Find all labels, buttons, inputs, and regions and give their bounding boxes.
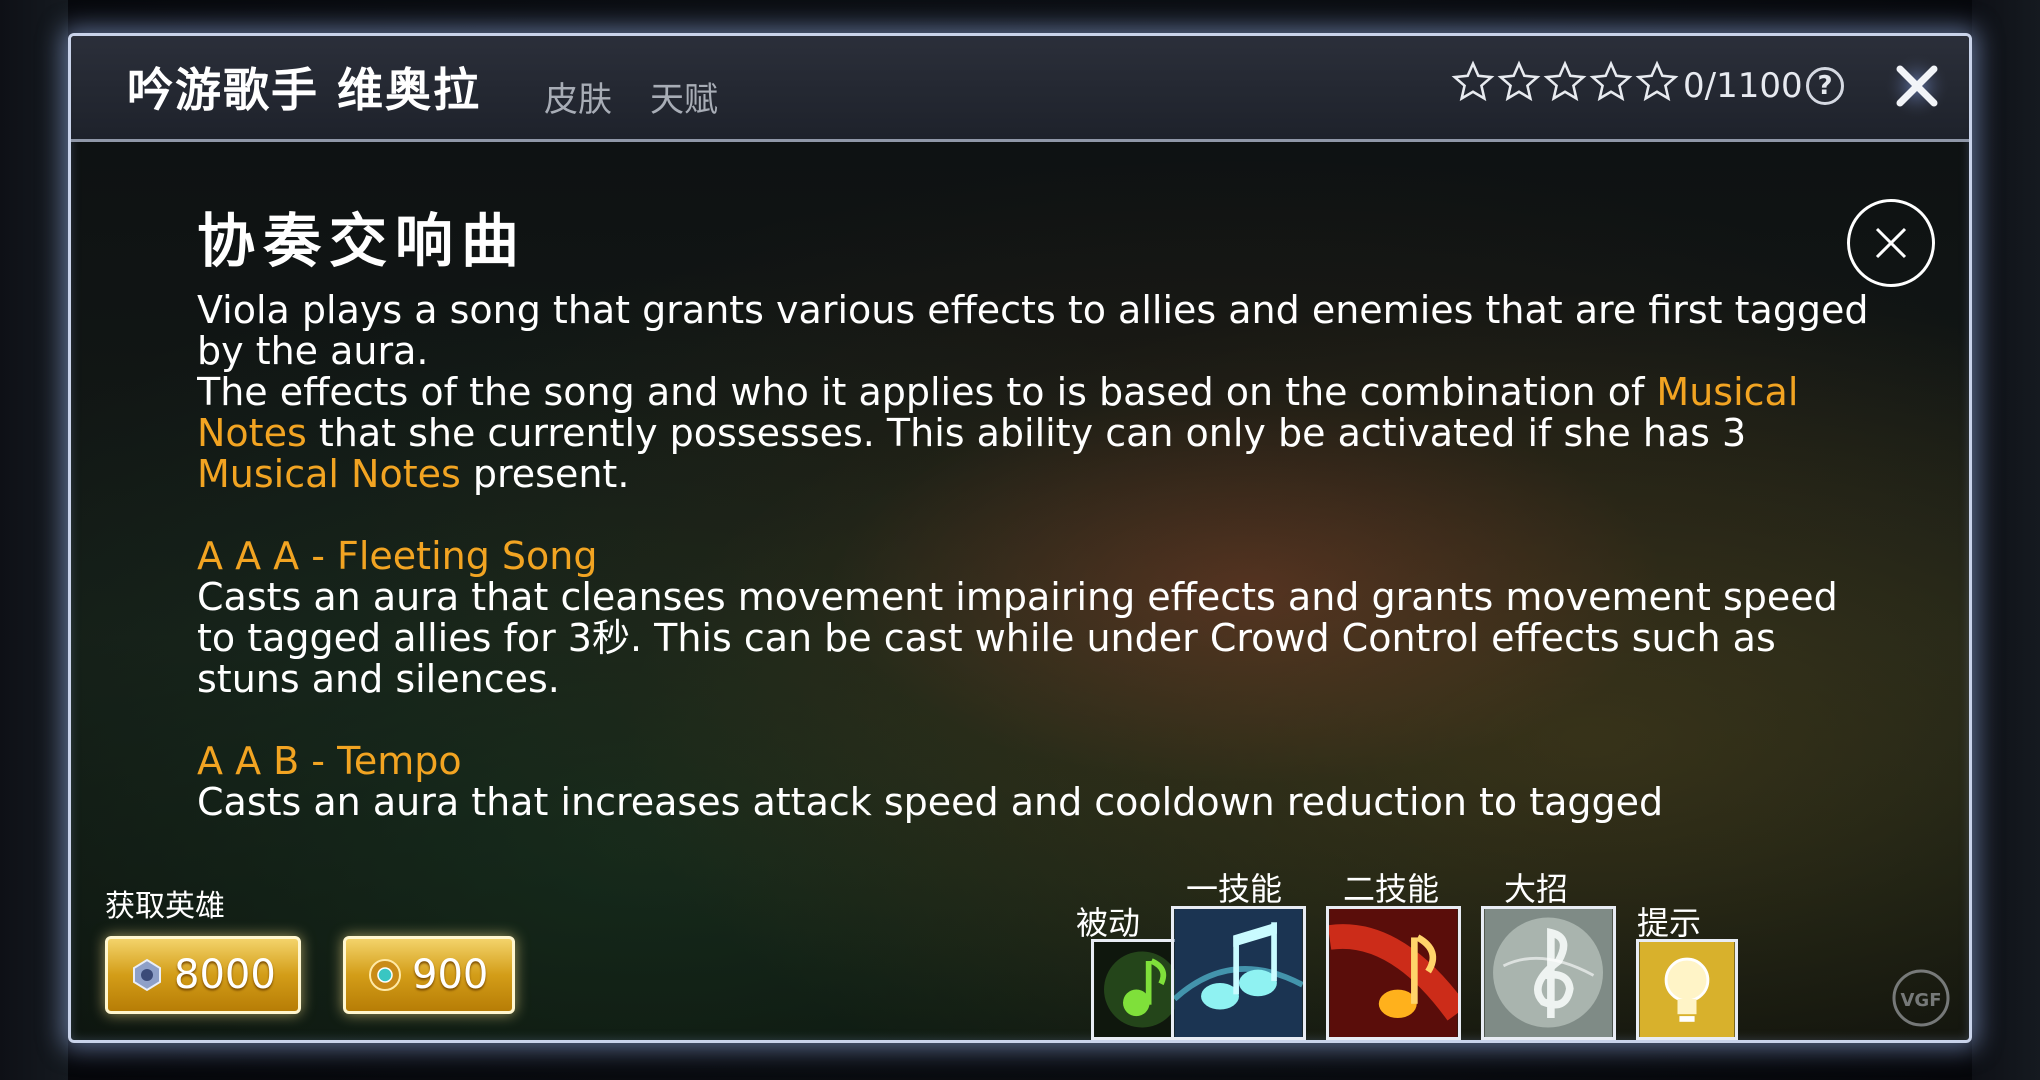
section-text: Casts an aura that increases attack spee… xyxy=(197,780,1664,824)
skill-1-button[interactable] xyxy=(1171,906,1306,1040)
tab-skin[interactable]: 皮肤 xyxy=(544,72,612,121)
description-text: that she currently possesses. This abili… xyxy=(306,411,1747,455)
empty-star-icon xyxy=(1451,60,1495,102)
silver-treble-clef-icon xyxy=(1484,909,1613,1037)
teal-double-note-icon xyxy=(1174,909,1303,1037)
skill-label-ultimate: 大招 xyxy=(1504,870,1569,908)
lightbulb-icon xyxy=(1639,942,1735,1037)
empty-star-icon xyxy=(1543,60,1587,102)
hero-detail-panel: 吟游歌手 维奥拉 皮肤 天赋 0/1100 ? 协奏交响曲 Viola play… xyxy=(68,33,1972,1043)
close-icon[interactable] xyxy=(1884,53,1950,119)
buy-with-ice-button[interactable]: 900 xyxy=(343,936,515,1014)
skill-label-skill-1: 一技能 xyxy=(1186,870,1283,908)
empty-star-icon xyxy=(1497,60,1541,102)
skill-2-button[interactable] xyxy=(1326,906,1461,1040)
close-icon xyxy=(1875,227,1907,259)
game-screen: 吟游歌手 维奥拉 皮肤 天赋 0/1100 ? 协奏交响曲 Viola play… xyxy=(0,0,2040,1080)
section-text: Casts an aura that cleanses movement imp… xyxy=(197,575,1838,701)
buy-with-glory-button[interactable]: 8000 xyxy=(105,936,301,1014)
glory-price: 8000 xyxy=(174,952,276,998)
musical-notes-keyword: Musical Notes xyxy=(197,452,461,496)
ice-price: 900 xyxy=(412,952,489,998)
skill-label-tips: 提示 xyxy=(1637,904,1702,942)
ultimate-skill-button[interactable] xyxy=(1481,906,1616,1040)
close-description-button[interactable] xyxy=(1847,199,1935,287)
tips-button[interactable] xyxy=(1636,939,1738,1040)
glory-coin-icon xyxy=(133,958,161,992)
description-paragraph: Viola plays a song that grants various e… xyxy=(197,290,1869,373)
ability-title: 协奏交响曲 xyxy=(197,207,528,275)
hero-name: 吟游歌手 维奥拉 xyxy=(127,63,482,117)
empty-star-icon xyxy=(1589,60,1633,102)
ability-description: Viola plays a song that grants various e… xyxy=(197,290,1877,856)
mastery-progress: 0/1100 xyxy=(1683,66,1803,106)
ice-coin-icon xyxy=(369,959,401,991)
description-text: present. xyxy=(460,452,630,496)
acquire-hero-label: 获取英雄 xyxy=(105,889,225,924)
panel-header: 吟游歌手 维奥拉 皮肤 天赋 0/1100 ? xyxy=(71,36,1969,142)
section-title: A A A - Fleeting Song xyxy=(197,534,598,578)
description-text: The effects of the song and who it appli… xyxy=(197,370,1657,414)
empty-star-icon xyxy=(1635,60,1679,102)
mastery-stars xyxy=(1451,60,1679,104)
help-button[interactable]: ? xyxy=(1806,67,1844,105)
right-background xyxy=(1972,0,2040,1080)
red-music-note-icon xyxy=(1329,909,1458,1037)
section-title: A A B - Tempo xyxy=(197,739,462,783)
vgf-logo-icon: VGF xyxy=(1892,969,1950,1027)
left-background xyxy=(0,0,68,1080)
skill-label-skill-2: 二技能 xyxy=(1343,870,1440,908)
description-paragraph: The effects of the song and who it appli… xyxy=(197,372,1877,495)
svg-text:VGF: VGF xyxy=(1900,990,1941,1011)
skill-label-passive: 被动 xyxy=(1076,904,1141,942)
tab-talent[interactable]: 天赋 xyxy=(650,72,718,121)
